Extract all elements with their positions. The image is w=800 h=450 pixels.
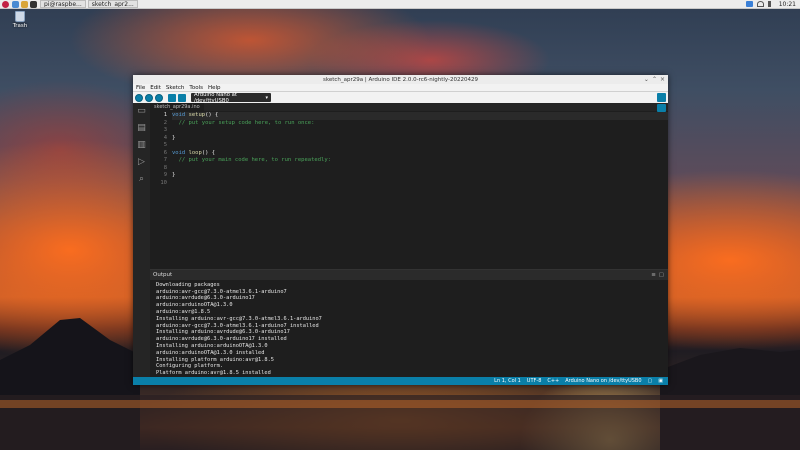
- code-line: }: [172, 134, 176, 141]
- debug-icon[interactable]: ▷: [137, 157, 147, 167]
- output-line: Downloading packages: [156, 281, 220, 288]
- output-header: Output ≡ ▢: [150, 269, 668, 280]
- serial-monitor-button[interactable]: [657, 93, 666, 102]
- line-number: 8: [163, 164, 167, 171]
- status-language[interactable]: C++: [547, 378, 559, 384]
- upload-button[interactable]: [145, 93, 153, 102]
- code-keyword: void: [172, 112, 186, 118]
- bluetooth-icon[interactable]: [745, 1, 753, 7]
- open-sketch-button[interactable]: [178, 93, 186, 102]
- code-comment: // put your setup code here, to run once…: [172, 119, 315, 126]
- terminal-icon[interactable]: [30, 0, 37, 8]
- file-manager-icon[interactable]: [21, 0, 28, 8]
- output-line: Installing platform arduino:avr@1.8.5: [156, 356, 274, 363]
- window-titlebar[interactable]: sketch_apr29a | Arduino IDE 2.0.0-rc6-ni…: [133, 75, 668, 84]
- line-number: 5: [163, 142, 167, 148]
- output-line: arduino:avr@1.8.5: [156, 309, 211, 316]
- status-encoding[interactable]: UTF-8: [527, 378, 542, 384]
- output-line: arduino:arduinoOTA@1.3.0: [156, 302, 233, 309]
- code-editor[interactable]: sketch_apr29a.ino 1 2 3 4 5 6 7 8 9 10 v…: [150, 103, 668, 269]
- trash-icon: [15, 11, 25, 22]
- clear-output-icon[interactable]: ≡: [651, 272, 656, 278]
- menu-file[interactable]: File: [136, 85, 145, 91]
- menu-help[interactable]: Help: [208, 85, 221, 91]
- menu-edit[interactable]: Edit: [150, 85, 161, 91]
- output-line: arduino:avrdude@6.3.0-arduino17: [156, 295, 255, 302]
- code-lines[interactable]: void setup() { // put your setup code he…: [172, 111, 668, 269]
- output-title: Output: [153, 271, 173, 278]
- arduino-ide-window: sketch_apr29a | Arduino IDE 2.0.0-rc6-ni…: [133, 75, 668, 385]
- output-line: Installing arduino:avr-gcc@7.3.0-atmel3.…: [156, 315, 322, 322]
- notification-icon[interactable]: ▢: [648, 378, 653, 384]
- browser-icon[interactable]: [12, 0, 19, 8]
- top-panel: pi@raspbe... sketch_apr2... 10:21: [0, 0, 800, 9]
- line-number: 1: [163, 112, 167, 118]
- output-line: arduino:avrdude@6.3.0-arduino17 installe…: [156, 336, 287, 343]
- maximize-icon[interactable]: ⌃: [652, 76, 657, 83]
- status-board[interactable]: Arduino Nano on /dev/ttyUSB0: [565, 378, 641, 384]
- code-function: setup: [188, 112, 206, 118]
- raspberry-menu-icon[interactable]: [2, 0, 9, 8]
- code-function: loop: [188, 149, 202, 156]
- clock[interactable]: 10:21: [779, 1, 796, 8]
- line-number: 2: [163, 119, 167, 126]
- status-bar: Ln 1, Col 1 UTF-8 C++ Arduino Nano on /d…: [133, 377, 668, 385]
- status-panel-icon[interactable]: ▣: [658, 378, 663, 384]
- debug-button[interactable]: [155, 93, 163, 102]
- output-line: Installing arduino:avrdude@6.3.0-arduino…: [156, 329, 290, 336]
- output-line: arduino:avr-gcc@7.3.0-atmel3.6.1-arduino…: [156, 288, 287, 295]
- output-line: Installing arduino:arduinoOTA@1.3.0: [156, 343, 268, 350]
- minimize-icon[interactable]: ⌄: [644, 76, 649, 83]
- editor-tabs: sketch_apr29a.ino: [150, 103, 668, 112]
- close-icon[interactable]: ×: [660, 76, 665, 83]
- line-number: 6: [163, 149, 167, 156]
- line-number: 10: [160, 179, 167, 186]
- output-log[interactable]: Downloading packages arduino:avr-gcc@7.3…: [150, 279, 668, 377]
- search-icon[interactable]: ⌕: [137, 174, 147, 184]
- code-text: () {: [201, 149, 216, 156]
- activity-sidebar: ▭ ▤ ▥ ▷ ⌕: [133, 103, 150, 377]
- taskbar-item-terminal[interactable]: pi@raspbe...: [40, 0, 86, 8]
- wifi-icon[interactable]: [756, 1, 764, 7]
- toolbar: Arduino Nano at /dev/ttyUSB0 ▾: [133, 91, 668, 104]
- window-title: sketch_apr29a | Arduino IDE 2.0.0-rc6-ni…: [322, 76, 479, 83]
- volume-icon[interactable]: [767, 1, 775, 7]
- code-keyword: void: [172, 149, 186, 156]
- menu-sketch[interactable]: Sketch: [166, 85, 185, 91]
- boards-manager-icon[interactable]: ▤: [137, 123, 147, 133]
- trash-label: Trash: [12, 23, 28, 29]
- desktop-trash[interactable]: Trash: [8, 11, 32, 29]
- lock-icon[interactable]: ▢: [659, 272, 664, 278]
- code-line: void loop() {: [172, 150, 668, 158]
- taskbar-item-arduino[interactable]: sketch_apr2...: [87, 0, 138, 8]
- output-panel: Output ≡ ▢ Downloading packages arduino:…: [150, 268, 668, 377]
- line-number: 3: [163, 127, 167, 133]
- output-line: Platform arduino:avr@1.8.5 installed: [156, 370, 271, 377]
- library-manager-icon[interactable]: ▥: [137, 140, 147, 150]
- file-tab[interactable]: sketch_apr29a.ino: [150, 103, 204, 111]
- line-number: 7: [163, 157, 167, 163]
- board-selector[interactable]: Arduino Nano at /dev/ttyUSB0 ▾: [191, 91, 271, 104]
- code-line: void setup() {: [172, 112, 668, 120]
- line-number: 9: [163, 172, 167, 178]
- line-number: 4: [163, 134, 167, 141]
- chevron-down-icon: ▾: [265, 94, 268, 101]
- code-line: }: [172, 172, 176, 178]
- board-selector-label: Arduino Nano at /dev/ttyUSB0: [194, 91, 237, 104]
- menu-tools[interactable]: Tools: [189, 85, 203, 91]
- new-sketch-button[interactable]: [168, 93, 176, 102]
- verify-button[interactable]: [135, 93, 143, 102]
- code-comment: // put your main code here, to run repea…: [172, 157, 331, 163]
- line-number-gutter: 1 2 3 4 5 6 7 8 9 10: [150, 111, 172, 269]
- status-cursor-position[interactable]: Ln 1, Col 1: [494, 378, 521, 384]
- output-line: arduino:avr-gcc@7.3.0-atmel3.6.1-arduino…: [156, 322, 319, 329]
- output-line: arduino:arduinoOTA@1.3.0 installed: [156, 349, 265, 356]
- sketchbook-icon[interactable]: ▭: [137, 106, 147, 116]
- output-line: Configuring platform.: [156, 363, 223, 370]
- code-text: () {: [205, 112, 219, 118]
